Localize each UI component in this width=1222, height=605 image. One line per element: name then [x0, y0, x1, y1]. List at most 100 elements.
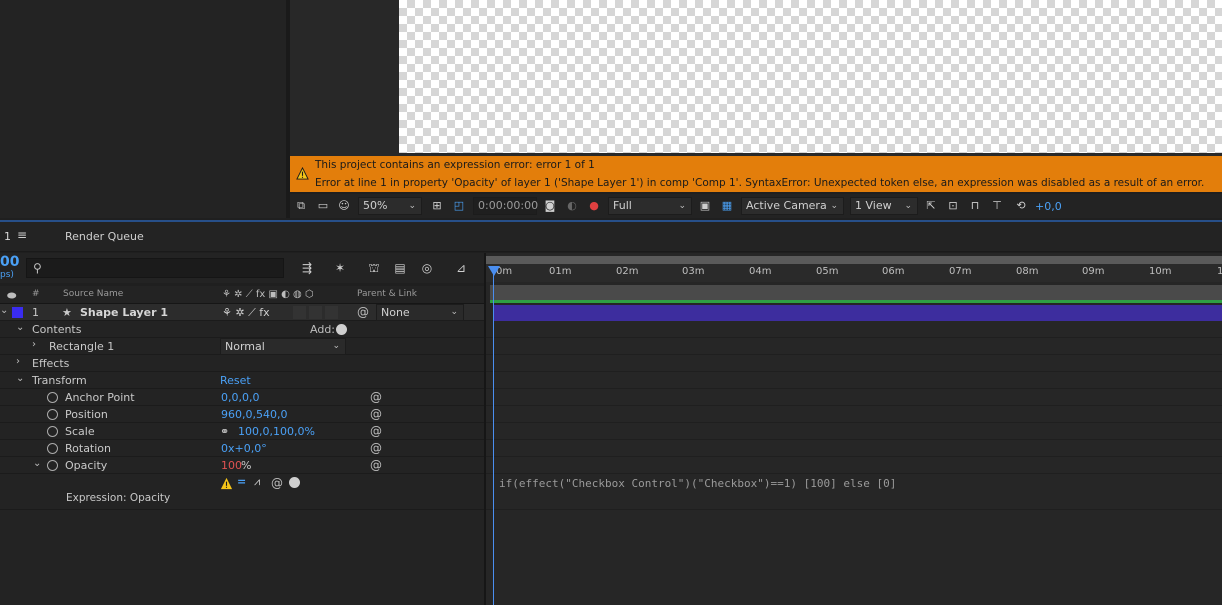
position-value[interactable]: 960,0,540,0: [221, 408, 287, 421]
mask-icon[interactable]: ☺: [337, 199, 351, 213]
enable-expression-icon[interactable]: =: [237, 475, 246, 488]
reset-exposure-icon[interactable]: ⟲: [1014, 199, 1028, 213]
rotation-value[interactable]: 0x+0,0°: [221, 442, 267, 455]
layer-name[interactable]: Shape Layer 1: [80, 306, 168, 319]
anchor-point-value[interactable]: 0,0,0,0: [221, 391, 259, 404]
twirl-closed-icon[interactable]: ›: [16, 356, 20, 367]
exposure-value[interactable]: +0,0: [1035, 200, 1062, 213]
expression-graph-icon[interactable]: ⩘: [254, 475, 260, 489]
property-position[interactable]: Position 960,0,540,0 @: [0, 406, 486, 423]
pickwhip-icon[interactable]: @: [357, 305, 369, 319]
warning-icon[interactable]: [220, 477, 233, 490]
layer-search-input[interactable]: ⚲: [26, 258, 284, 278]
parent-dropdown[interactable]: None ⌄: [376, 304, 464, 321]
add-label: Add:: [310, 323, 336, 336]
transparency-grid-icon[interactable]: ▦: [720, 199, 734, 213]
flowchart-icon[interactable]: ⊤: [990, 199, 1004, 213]
stopwatch-icon[interactable]: [47, 426, 58, 437]
current-time-display[interactable]: 00: [0, 254, 19, 270]
fast-preview-icon[interactable]: ▣: [698, 199, 712, 213]
timecode-field[interactable]: 0:00:00:00: [473, 197, 538, 215]
motion-blur-icon[interactable]: ◎: [419, 260, 435, 276]
monitor-icon[interactable]: ▭: [316, 199, 330, 213]
stopwatch-icon[interactable]: [47, 409, 58, 420]
twirl-open-icon[interactable]: ⌄: [0, 305, 8, 316]
time-ruler[interactable]: 0m 01m 02m 03m 04m 05m 06m 07m 08m 09m 1…: [486, 264, 1222, 282]
switch-box[interactable]: [293, 306, 306, 319]
expression-error-bar[interactable]: This project contains an expression erro…: [290, 156, 1222, 192]
switch-box[interactable]: [325, 306, 338, 319]
property-rotation[interactable]: Rotation 0x+0,0° @: [0, 440, 486, 457]
current-time-indicator-head[interactable]: [488, 266, 500, 276]
blend-mode-dropdown[interactable]: Normal ⌄: [220, 338, 346, 355]
pickwhip-icon[interactable]: @: [370, 424, 382, 438]
camera-snapshot-icon[interactable]: ◙: [543, 199, 557, 213]
timeline-row: I: [486, 457, 1222, 474]
region-of-interest-icon[interactable]: ◰: [452, 199, 466, 213]
pickwhip-icon[interactable]: @: [271, 476, 283, 490]
current-time-indicator[interactable]: [493, 273, 494, 605]
camera-dropdown[interactable]: Active Camera ⌄: [741, 197, 844, 215]
pickwhip-icon[interactable]: @: [370, 390, 382, 404]
layer-row[interactable]: ⌄ 1 ★ Shape Layer 1 ⚘ ✲ ⟋ fx @ None ⌄: [0, 304, 486, 321]
fit-icon[interactable]: ⊞: [430, 199, 444, 213]
constrain-proportions-icon[interactable]: ⚭: [220, 425, 229, 438]
twirl-closed-icon[interactable]: ›: [32, 339, 36, 350]
label-tag-icon[interactable]: ⬬: [7, 289, 16, 303]
tab-comp-1[interactable]: 1: [4, 230, 11, 243]
property-opacity[interactable]: ⌄ Opacity 100 % @: [0, 457, 486, 474]
draft-3d-icon[interactable]: ✶: [332, 260, 348, 276]
toggle-pixel-aspect-icon[interactable]: ⇱: [924, 199, 938, 213]
composition-viewer[interactable]: [290, 0, 1222, 156]
twirl-open-icon[interactable]: ⌄: [33, 458, 41, 469]
column-source-name[interactable]: Source Name: [63, 289, 123, 299]
zoom-dropdown[interactable]: 50% ⌄: [358, 197, 422, 215]
panel-menu-icon[interactable]: ≡: [17, 228, 27, 242]
reset-link[interactable]: Reset: [220, 374, 251, 387]
switch-box[interactable]: [309, 306, 322, 319]
add-play-icon[interactable]: [336, 324, 347, 335]
stopwatch-icon[interactable]: [47, 460, 58, 471]
pickwhip-icon[interactable]: @: [370, 458, 382, 472]
layer-switches[interactable]: ⚘ ✲ ⟋ fx: [222, 306, 270, 320]
twirl-open-icon[interactable]: ⌄: [16, 373, 24, 384]
tab-render-queue[interactable]: Render Queue: [65, 230, 144, 243]
channel-icon[interactable]: ●: [587, 199, 601, 213]
property-group-effects[interactable]: › Effects: [0, 355, 486, 372]
column-parent-link[interactable]: Parent & Link: [357, 289, 417, 299]
work-area-bar[interactable]: [490, 285, 1222, 300]
show-snapshot-icon[interactable]: ◐: [565, 199, 579, 213]
property-scale[interactable]: Scale ⚭ 100,0,100,0% @: [0, 423, 486, 440]
view-layout-dropdown[interactable]: 1 View ⌄: [850, 197, 918, 215]
opacity-value[interactable]: 100: [221, 459, 242, 472]
resolution-dropdown[interactable]: Full ⌄: [608, 197, 692, 215]
frame-blending-icon[interactable]: ▤: [392, 260, 408, 276]
property-group-contents[interactable]: ⌄ Contents Add:: [0, 321, 486, 338]
property-group-transform[interactable]: ⌄ Transform Reset: [0, 372, 486, 389]
layer-duration-bar[interactable]: [494, 305, 1222, 321]
chevron-down-icon: ⌄: [830, 201, 838, 211]
property-anchor-point[interactable]: Anchor Point 0,0,0,0 @: [0, 389, 486, 406]
pickwhip-icon[interactable]: @: [370, 407, 382, 421]
stopwatch-icon[interactable]: [47, 392, 58, 403]
twirl-open-icon[interactable]: ⌄: [16, 322, 24, 333]
comp-flowchart-icon[interactable]: ⊓: [968, 199, 982, 213]
stopwatch-icon[interactable]: [47, 443, 58, 454]
graph-editor-icon[interactable]: ⊿: [453, 260, 469, 276]
time-navigator-bar[interactable]: [486, 256, 1222, 264]
layer-color-swatch[interactable]: [12, 307, 23, 318]
timeline-panel[interactable]: 0m 01m 02m 03m 04m 05m 06m 07m 08m 09m 1…: [486, 253, 1222, 605]
scale-value[interactable]: 100,0,100,0%: [238, 425, 315, 438]
expression-language-menu-icon[interactable]: [289, 477, 300, 488]
render-preview-icon[interactable]: ⊡: [946, 199, 960, 213]
property-group-rectangle[interactable]: › Rectangle 1 Normal ⌄: [0, 338, 486, 355]
shy-layers-icon[interactable]: ⛫: [366, 260, 382, 276]
expression-code-text[interactable]: if(effect("Checkbox Control")("Checkbox"…: [499, 477, 896, 490]
comp-mini-flowchart-icon[interactable]: ⇶: [299, 260, 315, 276]
timeline-row: I: [486, 389, 1222, 406]
pickwhip-icon[interactable]: @: [370, 441, 382, 455]
expression-row[interactable]: = ⩘ @ Expression: Opacity: [0, 474, 486, 510]
expression-label: Expression: Opacity: [66, 492, 171, 504]
property-label: Position: [65, 408, 108, 421]
always-preview-icon[interactable]: ⧉: [294, 199, 308, 213]
